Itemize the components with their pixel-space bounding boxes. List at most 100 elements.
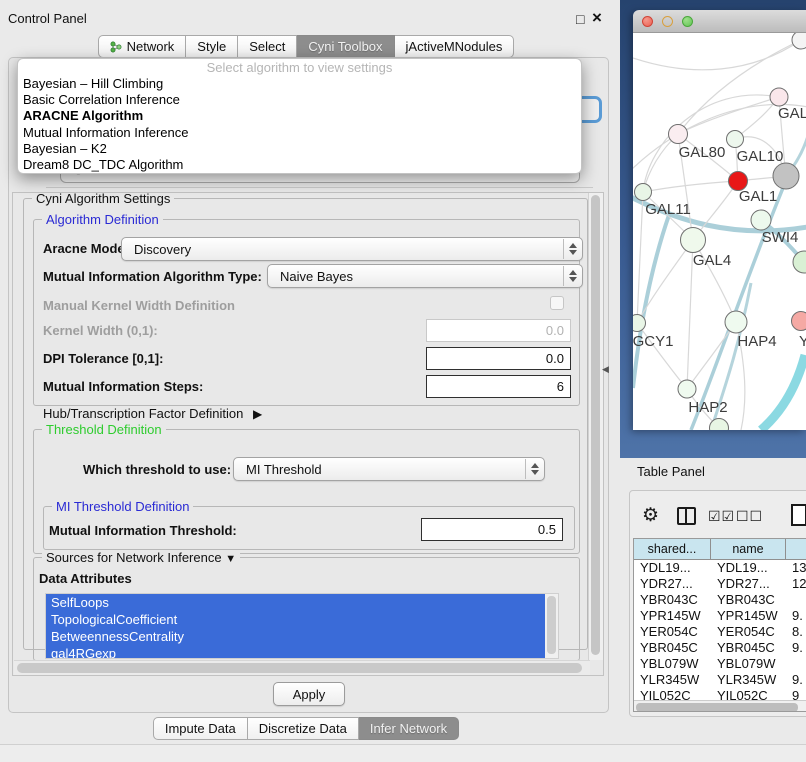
attribute-item-topologicalcoefficient[interactable]: TopologicalCoefficient [46, 611, 558, 628]
table-cell: 9. [786, 672, 806, 688]
network-node[interactable] [792, 33, 806, 49]
network-window-titlebar[interactable] [633, 10, 806, 33]
network-node-gal4[interactable] [681, 228, 706, 253]
network-node-label: GCY1 [633, 333, 673, 350]
gear-icon[interactable]: ⚙ [642, 504, 659, 527]
settings-vertical-scrollbar[interactable] [588, 193, 603, 660]
algorithm-definition-legend: Algorithm Definition [42, 212, 163, 227]
dropdown-item-bayesian-k2[interactable]: Bayesian – K2 [18, 141, 581, 157]
minimize-traffic-light-icon[interactable] [662, 16, 673, 27]
manual-kernel-checkbox[interactable] [550, 296, 564, 310]
dropdown-item-bayesian-hill-climbing[interactable]: Bayesian – Hill Climbing [18, 76, 581, 92]
network-edge[interactable] [643, 134, 678, 192]
dropdown-item-basic-correlation-inference[interactable]: Basic Correlation Inference [18, 92, 581, 108]
table-row[interactable]: YPR145WYPR145W9. [634, 608, 806, 624]
float-window-button[interactable]: □ [576, 11, 584, 27]
select-all-checkboxes-icon[interactable]: ☑☑ [708, 508, 735, 525]
network-node-label: GAL [778, 105, 806, 122]
bottom-tab-impute-data[interactable]: Impute Data [153, 717, 248, 740]
aracne-mode-value: Discovery [134, 242, 191, 257]
bottom-tab-discretize-data[interactable]: Discretize Data [248, 717, 359, 740]
tab-network[interactable]: Network [98, 35, 187, 58]
kernel-width-input[interactable]: 0.0 [426, 319, 571, 342]
column-header-name[interactable]: name [711, 539, 786, 560]
stepper-icon [563, 239, 581, 259]
table-row[interactable]: YER054CYER054C8. [634, 624, 806, 640]
network-edge[interactable] [637, 192, 643, 323]
column-header-shared-[interactable]: shared... [634, 539, 711, 560]
algorithm-dropdown-popup: Select algorithm to view settings Bayesi… [17, 58, 582, 174]
attribute-item-betweennesscentrality[interactable]: BetweennessCentrality [46, 628, 558, 645]
network-node-gcy1[interactable] [633, 315, 646, 332]
columns-icon[interactable] [677, 507, 696, 525]
tab-select[interactable]: Select [238, 35, 297, 58]
table-cell: 12 [786, 576, 806, 592]
tab-cyni-toolbox[interactable]: Cyni Toolbox [297, 35, 394, 58]
network-canvas-area[interactable]: GALGAL80GAL10GAL1GAL11SWI4GAL4GCY1HAP4YH… [633, 33, 806, 430]
hub-section-toggle[interactable]: Hub/Transcription Factor Definition ▶ [43, 406, 262, 421]
hidden-groupbox-edge [46, 187, 593, 188]
column-header-2[interactable] [786, 539, 806, 560]
table-row[interactable]: YBR043CYBR043C [634, 592, 806, 608]
table-cell: YDL19... [634, 560, 711, 576]
network-node-gal11[interactable] [635, 184, 652, 201]
network-view-window[interactable]: GALGAL80GAL10GAL1GAL11SWI4GAL4GCY1HAP4YH… [633, 10, 806, 430]
table-row[interactable]: YBR045CYBR045C9. [634, 640, 806, 656]
settings-horizontal-scrollbar[interactable] [14, 660, 590, 676]
network-edge[interactable] [643, 181, 738, 192]
network-graph[interactable]: GALGAL80GAL10GAL1GAL11SWI4GAL4GCY1HAP4YH… [633, 33, 806, 430]
attribute-item-gal4rgexp[interactable]: gal4RGexp [46, 645, 558, 659]
close-button[interactable]: × [592, 8, 602, 28]
zoom-traffic-light-icon[interactable] [682, 16, 693, 27]
mi-threshold-input[interactable]: 0.5 [421, 518, 563, 541]
network-node-hap2[interactable] [678, 380, 696, 398]
tab-style[interactable]: Style [186, 35, 238, 58]
close-traffic-light-icon[interactable] [642, 16, 653, 27]
dropdown-item-mutual-information-inference[interactable]: Mutual Information Inference [18, 125, 581, 141]
network-node-swi4[interactable] [751, 210, 771, 230]
sources-legend[interactable]: Sources for Network Inference ▼ [42, 550, 240, 565]
table-row[interactable]: YLR345WYLR345W9. [634, 672, 806, 688]
attr-list-scrollbar[interactable] [545, 594, 558, 659]
table-row[interactable]: YBL079WYBL079W [634, 656, 806, 672]
split-handle[interactable]: ◀ [602, 364, 609, 375]
which-threshold-select[interactable]: MI Threshold [233, 457, 545, 481]
network-node-hap4[interactable] [725, 311, 747, 333]
network-edge[interactable] [633, 40, 801, 70]
network-node-gal10[interactable] [727, 131, 744, 148]
cyni-settings-legend: Cyni Algorithm Settings [32, 192, 174, 206]
network-edge[interactable] [761, 355, 805, 430]
table-horizontal-scrollbar[interactable] [634, 700, 806, 712]
table-row[interactable]: YDL19...YDL19...13 [634, 560, 806, 576]
mi-type-select[interactable]: Naive Bayes [267, 264, 583, 288]
aracne-mode-select[interactable]: Discovery [121, 237, 583, 261]
table-row[interactable]: YDR27...YDR27...12 [634, 576, 806, 592]
mi-threshold-legend: MI Threshold Definition [52, 499, 193, 514]
sources-legend-label: Sources for Network Inference [46, 550, 222, 565]
network-node-gal[interactable] [770, 88, 788, 106]
attribute-table[interactable]: shared...name YDL19...YDL19...13YDR27...… [633, 538, 806, 712]
table-row[interactable]: YIL052CYIL052C9 [634, 688, 806, 700]
dpi-tolerance-input[interactable]: 0.0 [426, 347, 571, 370]
network-node[interactable] [710, 419, 729, 431]
bottom-tab-infer-network[interactable]: Infer Network [359, 717, 459, 740]
aracne-mode-label: Aracne Mode: [43, 241, 129, 256]
network-node-y[interactable] [792, 312, 806, 331]
network-node-gal80[interactable] [669, 125, 688, 144]
network-node[interactable] [773, 163, 799, 189]
mi-steps-input[interactable]: 6 [426, 375, 571, 398]
dropdown-item-list: Bayesian – Hill ClimbingBasic Correlatio… [18, 76, 581, 173]
attribute-item-selfloops[interactable]: SelfLoops [46, 594, 558, 611]
table-cell: YBR043C [634, 592, 711, 608]
dropdown-item-aracne-algorithm[interactable]: ARACNE Algorithm [18, 108, 581, 124]
tab-jactivemnodules[interactable]: jActiveMNodules [395, 35, 515, 58]
data-attributes-list[interactable]: SelfLoopsTopologicalCoefficientBetweenne… [45, 593, 559, 659]
table-cell: YPR145W [711, 608, 786, 624]
table-cell: 9. [786, 608, 806, 624]
network-node-label: SWI4 [762, 229, 799, 246]
deselect-all-checkboxes-icon[interactable]: ☐☐ [736, 508, 763, 525]
apply-button[interactable]: Apply [273, 682, 345, 706]
dropdown-item-dream8-dc-tdc-algorithm[interactable]: Dream8 DC_TDC Algorithm [18, 157, 581, 173]
top-tab-strip: NetworkStyleSelectCyni ToolboxjActiveMNo… [0, 35, 612, 58]
new-table-icon[interactable] [791, 504, 806, 526]
